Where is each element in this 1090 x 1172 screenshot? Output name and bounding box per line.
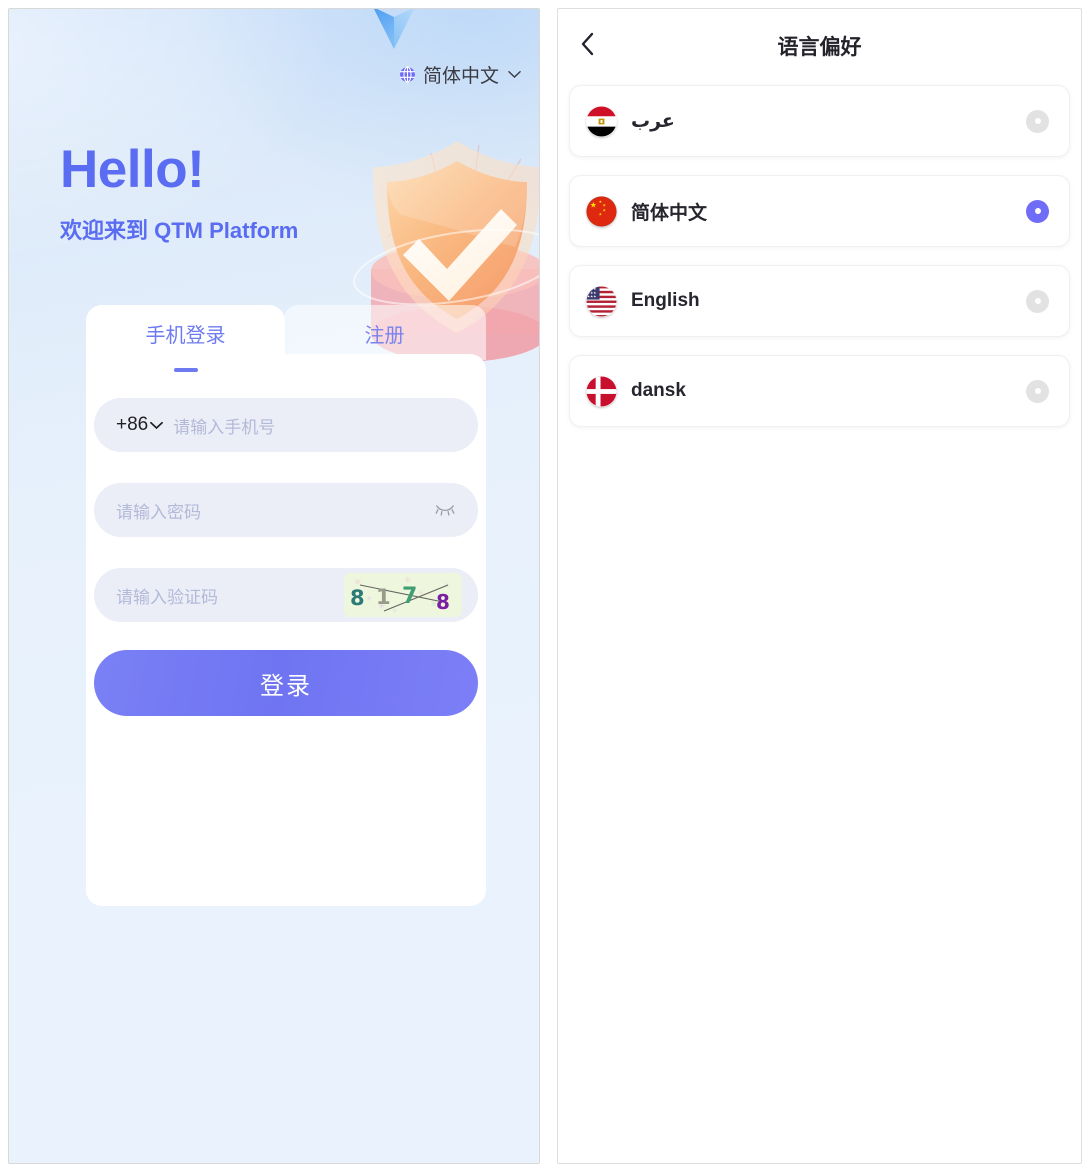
password-input-placeholder[interactable]: 请输入密码 [116, 498, 434, 523]
login-panel: 简体中文 Hello! 欢迎来到 QTM Platform 手机登录 注册 +8… [8, 8, 540, 1164]
tab-phone-login-label: 手机登录 [145, 324, 226, 347]
svg-text:8: 8 [350, 586, 365, 610]
language-option-english[interactable]: ★★★ ★★★ ★★★ English [569, 265, 1070, 337]
login-submit-button[interactable]: 登录 [94, 650, 478, 716]
radio-button-selected[interactable] [1026, 199, 1049, 223]
flag-egypt-icon [586, 105, 617, 137]
phone-input-placeholder[interactable]: 请输入手机号 [173, 413, 456, 438]
language-switcher[interactable]: 简体中文 [399, 61, 521, 88]
login-card: 手机登录 注册 +86 请输入手机号 请输入密码 请输入验证码 ✳ ✳ ✳ ✳ … [86, 305, 486, 906]
svg-text:★: ★ [590, 200, 597, 209]
tab-register-label: 注册 [364, 324, 405, 347]
svg-text:✳: ✳ [392, 607, 398, 615]
language-option-label: dansk [631, 380, 686, 401]
flag-china-icon: ★ ★ ★ ★ ★ [586, 195, 617, 227]
captcha-field[interactable]: 请输入验证码 ✳ ✳ ✳ ✳ ✳ ✳ ✳ ✳ 8 1 7 8 [94, 568, 478, 622]
flag-usa-icon: ★★★ ★★★ ★★★ [586, 285, 617, 317]
svg-text:1: 1 [376, 585, 391, 609]
captcha-image[interactable]: ✳ ✳ ✳ ✳ ✳ ✳ ✳ ✳ 8 1 7 8 [344, 573, 462, 617]
captcha-input-placeholder[interactable]: 请输入验证码 [116, 583, 344, 608]
hero-subtitle: 欢迎来到 QTM Platform [60, 218, 299, 243]
country-code-selector[interactable]: +86 [116, 414, 164, 436]
language-list: عرب ★ ★ ★ ★ ★ 简体中文 ★★★ ★★★ ★★★ English d… [569, 85, 1070, 445]
country-code-value: +86 [116, 414, 149, 435]
phone-field[interactable]: +86 请输入手机号 [94, 398, 478, 452]
svg-text:★: ★ [599, 211, 603, 216]
radio-button[interactable] [1026, 109, 1049, 133]
language-option-label: English [631, 290, 700, 311]
language-option-arabic[interactable]: عرب [569, 85, 1070, 157]
svg-text:7: 7 [402, 584, 417, 609]
language-option-label: 简体中文 [631, 202, 708, 224]
tab-phone-login[interactable]: 手机登录 [86, 305, 285, 372]
tab-register[interactable]: 注册 [285, 305, 484, 361]
radio-dot [1034, 118, 1041, 124]
tab-active-indicator [173, 368, 198, 372]
globe-icon [400, 66, 415, 83]
page-title: 语言偏好 [777, 36, 862, 59]
radio-button[interactable] [1026, 289, 1049, 313]
svg-text:8: 8 [436, 590, 450, 614]
radio-dot [1034, 208, 1041, 214]
flag-denmark-icon [586, 375, 617, 407]
chevron-down-icon [508, 71, 521, 78]
language-option-danish[interactable]: dansk [569, 355, 1070, 427]
triangle-decoration-icon [374, 9, 414, 49]
eye-off-icon[interactable] [434, 503, 456, 517]
svg-text:★: ★ [602, 207, 606, 212]
radio-dot [1034, 298, 1041, 304]
svg-text:★★★: ★★★ [587, 294, 596, 298]
language-preference-panel: 语言偏好 عرب ★ ★ ★ ★ ★ 简体中文 ★★★ ★★★ ★★★ Engl… [557, 8, 1082, 1164]
hero-title: Hello! [60, 140, 205, 199]
radio-button[interactable] [1026, 379, 1049, 403]
language-switcher-label: 简体中文 [422, 66, 499, 87]
password-field[interactable]: 请输入密码 [94, 483, 478, 537]
screen-root: 简体中文 Hello! 欢迎来到 QTM Platform 手机登录 注册 +8… [0, 0, 1090, 1172]
language-option-chinese[interactable]: ★ ★ ★ ★ ★ 简体中文 [569, 175, 1070, 247]
chevron-down-icon [150, 421, 164, 429]
svg-text:✳: ✳ [366, 595, 372, 603]
language-panel-header: 语言偏好 [558, 9, 1081, 77]
radio-dot [1034, 388, 1041, 394]
login-tabs: 手机登录 注册 [86, 305, 486, 372]
language-option-label: عرب [631, 110, 675, 132]
